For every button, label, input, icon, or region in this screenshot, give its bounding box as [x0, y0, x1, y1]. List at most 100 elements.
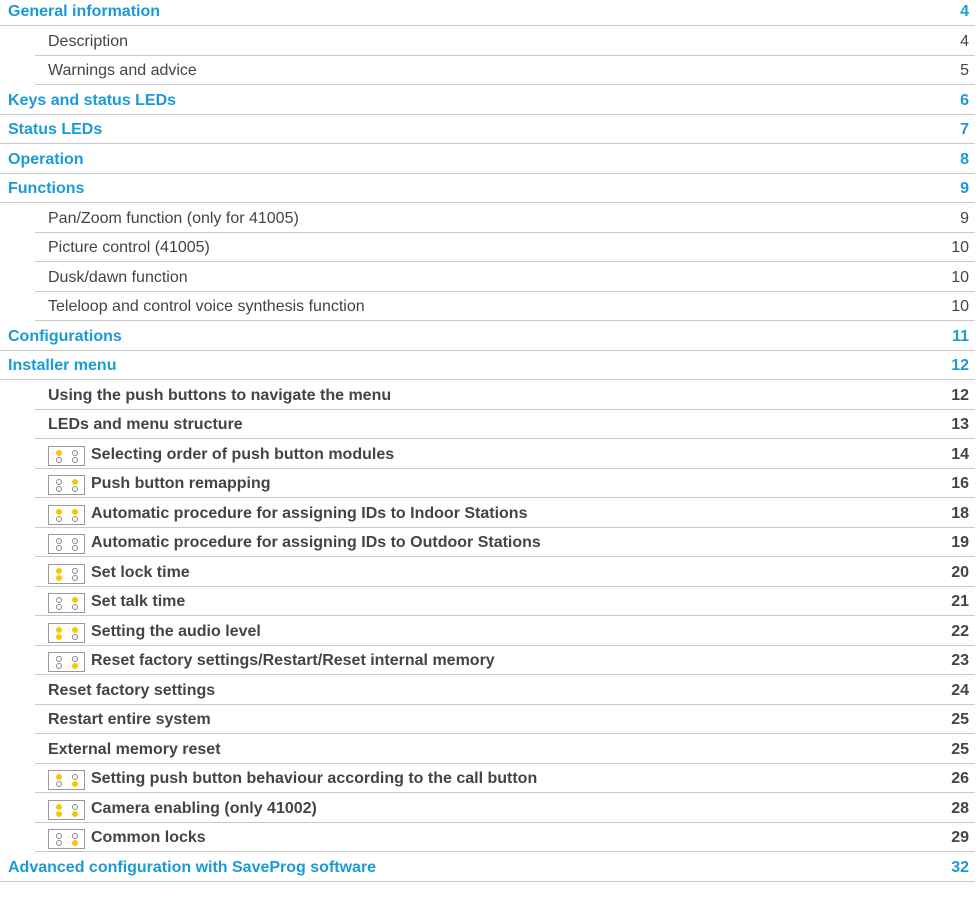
led-off-icon — [72, 449, 78, 456]
toc-entry-title: Selecting order of push button modules — [91, 445, 395, 463]
toc-entry-title: Installer menu — [8, 357, 117, 374]
toc-entry[interactable]: Set lock time 20 — [0, 561, 979, 587]
led-on-icon — [72, 840, 78, 846]
toc-entry-page-number: 29 — [951, 829, 969, 846]
toc-divider — [35, 792, 975, 793]
toc-entry-title: LEDs and menu structure — [48, 416, 243, 433]
toc-divider — [0, 25, 975, 26]
led-off-icon — [72, 567, 78, 574]
led-off-icon — [56, 538, 62, 544]
toc-entry[interactable]: Reset factory settings 24 — [0, 679, 979, 705]
toc-entry[interactable]: Reset factory settings/Restart/Reset int… — [0, 649, 979, 675]
toc-entry[interactable]: Automatic procedure for assigning IDs to… — [0, 531, 979, 557]
led-status-icon — [48, 504, 85, 525]
toc-entry[interactable]: Common locks 29 — [0, 826, 979, 852]
led-off-icon — [56, 597, 62, 603]
toc-entry[interactable]: Operation 8 — [0, 148, 979, 174]
toc-entry-page-number: 8 — [960, 150, 969, 168]
toc-entry-page-number: 12 — [951, 357, 969, 374]
toc-entry[interactable]: Camera enabling (only 41002) 28 — [0, 797, 979, 823]
toc-entry[interactable]: Setting push button behaviour according … — [0, 767, 979, 793]
toc-entry[interactable]: Functions 9 — [0, 177, 979, 203]
led-status-icon — [48, 534, 85, 554]
toc-entry-title: Teleloop and control voice synthesis fun… — [48, 298, 365, 315]
toc-entry-page-number: 16 — [951, 475, 969, 492]
toc-divider — [35, 644, 975, 646]
toc-divider — [35, 526, 975, 528]
toc-entry-title: Functions — [8, 180, 85, 197]
toc-entry[interactable]: Picture control (41005) 10 — [0, 236, 979, 262]
toc-entry-page-number: 25 — [951, 711, 969, 728]
led-off-icon — [56, 663, 62, 669]
led-status-icon — [48, 770, 85, 790]
toc-entry[interactable]: Keys and status LEDs 6 — [0, 89, 979, 115]
led-on-icon — [56, 803, 62, 810]
toc-divider — [35, 438, 975, 439]
led-off-icon — [56, 486, 62, 492]
toc-entry-title: Set lock time — [91, 563, 190, 581]
toc-entry-title: Automatic procedure for assigning IDs to… — [91, 534, 541, 551]
toc-entry-page-number: 19 — [951, 534, 969, 551]
toc-entry-title: Camera enabling (only 41002) — [91, 799, 317, 817]
toc-entry[interactable]: Selecting order of push button modules 14 — [0, 443, 979, 469]
toc-entry-title: Reset factory settings — [48, 681, 216, 699]
toc-entry[interactable]: Advanced configuration with SaveProg sof… — [0, 856, 979, 882]
toc-entry[interactable]: Restart entire system 25 — [0, 708, 979, 734]
led-status-icon — [48, 475, 85, 495]
toc-entry[interactable]: General information 4 — [0, 0, 979, 26]
led-status-icon — [48, 799, 85, 820]
toc-entry[interactable]: Push button remapping 16 — [0, 472, 979, 498]
toc-entry-page-number: 10 — [951, 268, 969, 286]
toc-entry-page-number: 5 — [960, 62, 969, 79]
led-status-icon — [48, 829, 85, 849]
led-on-icon — [72, 626, 78, 633]
toc-entry-title: Advanced configuration with SaveProg sof… — [8, 858, 377, 876]
led-off-icon — [56, 833, 62, 839]
toc-entry[interactable]: LEDs and menu structure 13 — [0, 413, 979, 439]
toc-entry[interactable]: Status LEDs 7 — [0, 118, 979, 144]
toc-divider — [0, 172, 975, 174]
led-on-icon — [56, 810, 62, 817]
toc-entry[interactable]: Dusk/dawn function 10 — [0, 266, 979, 292]
led-off-icon — [72, 803, 78, 810]
toc-entry[interactable]: Description 4 — [0, 30, 979, 56]
toc-entry[interactable]: Warnings and advice 5 — [0, 59, 979, 85]
toc-entry[interactable]: Set talk time 21 — [0, 590, 979, 616]
toc-entry-page-number: 14 — [951, 445, 969, 463]
toc-entry-page-number: 12 — [951, 386, 969, 404]
toc-divider — [35, 703, 975, 705]
toc-entry-title: Setting push button behaviour according … — [91, 770, 538, 787]
led-on-icon — [56, 567, 62, 574]
toc-entry[interactable]: Pan/Zoom function (only for 41005) 9 — [0, 207, 979, 233]
toc-divider — [35, 615, 975, 616]
led-off-icon — [56, 781, 62, 787]
toc-entry-page-number: 28 — [951, 799, 969, 817]
toc-entry-title: Push button remapping — [91, 475, 271, 492]
toc-entry[interactable]: Using the push buttons to navigate the m… — [0, 384, 979, 410]
toc-entry[interactable]: Teleloop and control voice synthesis fun… — [0, 295, 979, 321]
toc-divider — [35, 467, 975, 469]
led-off-icon — [72, 833, 78, 839]
toc-entry[interactable]: Setting the audio level 22 — [0, 620, 979, 646]
led-off-icon — [56, 515, 62, 522]
toc-divider — [0, 379, 975, 380]
toc-entry-title: Status LEDs — [8, 121, 103, 138]
toc-entry[interactable]: External memory reset 25 — [0, 738, 979, 764]
toc-divider — [35, 762, 975, 764]
toc-entry-page-number: 9 — [960, 209, 969, 227]
toc-entry[interactable]: Installer menu 12 — [0, 354, 979, 380]
toc-entry[interactable]: Configurations 11 — [0, 325, 979, 351]
led-on-icon — [56, 633, 62, 640]
toc-entry-page-number: 21 — [951, 593, 969, 610]
led-status-icon — [48, 593, 85, 613]
toc-entry-page-number: 23 — [951, 652, 969, 669]
toc-divider — [0, 880, 975, 882]
toc-entry[interactable]: Automatic procedure for assigning IDs to… — [0, 502, 979, 528]
led-status-icon — [48, 445, 85, 466]
toc-entry-page-number: 10 — [951, 298, 969, 315]
toc-divider — [0, 143, 975, 144]
led-off-icon — [72, 515, 78, 522]
toc-entry-page-number: 4 — [960, 32, 969, 50]
led-off-icon — [72, 656, 78, 662]
toc-entry-page-number: 7 — [960, 121, 969, 138]
